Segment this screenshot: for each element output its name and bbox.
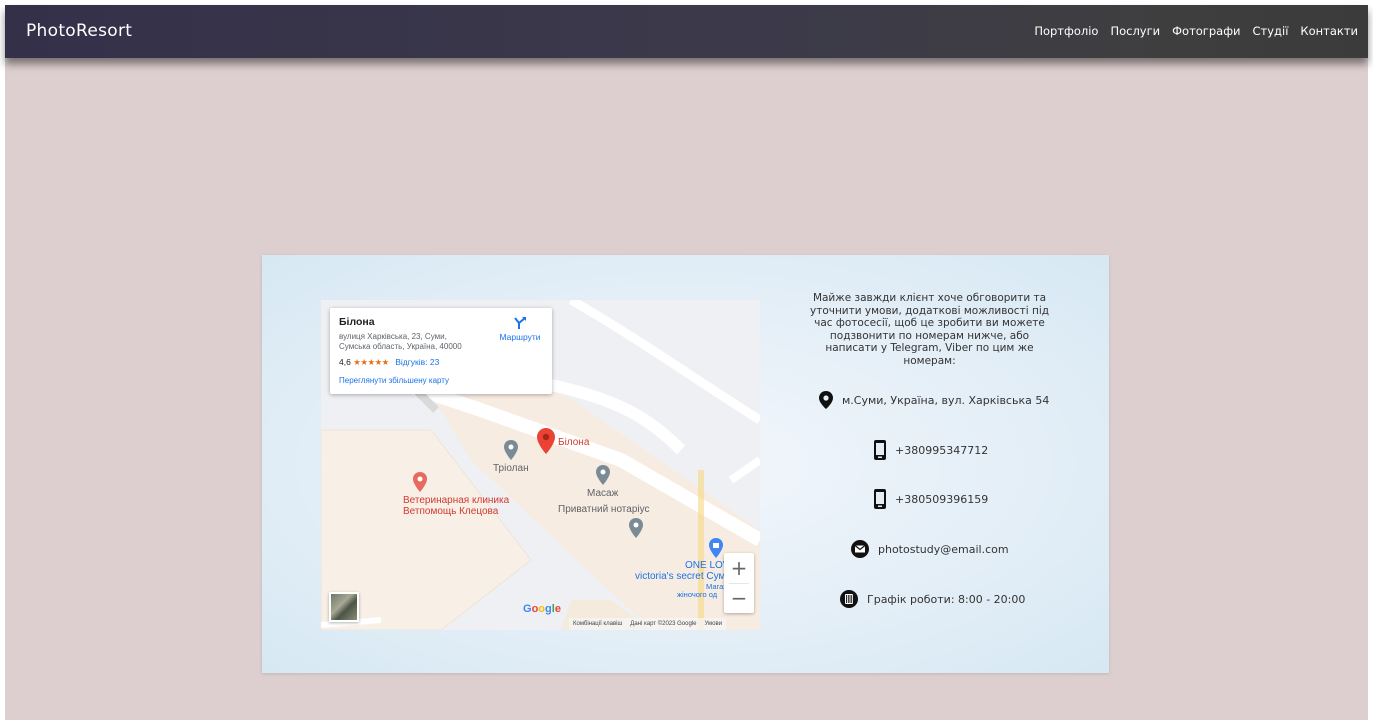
address-row: м.Суми, Україна, вул. Харківська 54 bbox=[819, 391, 1049, 409]
zoom-out-button[interactable]: − bbox=[724, 583, 754, 612]
map-pin-icon[interactable] bbox=[596, 465, 610, 485]
map-label-victoria[interactable]: victoria's secret Сум bbox=[635, 571, 725, 582]
place-rating: 4,6 ★★★★★ Відгуків: 23 bbox=[339, 357, 439, 368]
phone1-row: +380995347712 bbox=[874, 440, 988, 460]
map-label-bilona[interactable]: Білона bbox=[558, 437, 589, 448]
directions-button[interactable]: Маршрути bbox=[492, 316, 548, 342]
nav-link-portfolio[interactable]: Портфоліо bbox=[1034, 24, 1098, 38]
contact-intro-text: Майже завжди клієнт хоче обговорити та у… bbox=[809, 292, 1049, 367]
contact-section: Білона вулиця Харківська, 23, Суми, Сумс… bbox=[262, 255, 1109, 673]
address-text: м.Суми, Україна, вул. Харківська 54 bbox=[842, 393, 1050, 407]
zoom-controls: + − bbox=[724, 553, 754, 613]
rating-stars: ★★★★★ bbox=[353, 357, 389, 367]
place-name: Білона bbox=[339, 316, 375, 328]
map-label-shop2[interactable]: жіночого од bbox=[677, 590, 717, 599]
place-address: вулиця Харківська, 23, Суми, Сумська обл… bbox=[339, 332, 462, 351]
email-row: photostudy@email.com bbox=[851, 540, 1009, 558]
satellite-toggle-button[interactable] bbox=[329, 592, 359, 622]
envelope-icon bbox=[851, 540, 869, 558]
mobile-phone-icon bbox=[874, 440, 886, 460]
directions-icon bbox=[514, 317, 526, 329]
place-info-card: Білона вулиця Харківська, 23, Суми, Сумс… bbox=[330, 308, 552, 394]
google-logo: Google bbox=[523, 603, 561, 615]
nav-link-contacts[interactable]: Контакти bbox=[1300, 24, 1358, 38]
map-label-one-love[interactable]: ONE LOV bbox=[685, 560, 729, 571]
brand-logo[interactable]: PhotoResort bbox=[26, 21, 132, 41]
nav-link-services[interactable]: Послуги bbox=[1110, 24, 1160, 38]
nav-link-photographers[interactable]: Фотографи bbox=[1172, 24, 1240, 38]
vet-label-line2: Ветпомощь Клецова bbox=[403, 506, 499, 517]
map-data-attribution: Дані карт ©2023 Google bbox=[630, 621, 697, 627]
map-label-vet-clinic[interactable]: Ветеринарная клиника Ветпомощь Клецова bbox=[403, 495, 509, 517]
location-icon bbox=[819, 391, 833, 409]
map-label-massage[interactable]: Масаж bbox=[587, 488, 618, 499]
phone1-link[interactable]: +380995347712 bbox=[895, 444, 988, 457]
view-larger-map-link[interactable]: Переглянути збільшену карту bbox=[339, 376, 449, 385]
keyboard-shortcuts-link[interactable]: Комбінації клавіш bbox=[573, 621, 622, 627]
reviews-link[interactable]: Відгуків: 23 bbox=[395, 357, 439, 367]
clock-icon bbox=[840, 590, 858, 608]
working-hours-text: Графік роботи: 8:00 - 20:00 bbox=[867, 592, 1026, 606]
phone2-row: +380509396159 bbox=[874, 489, 988, 509]
email-link[interactable]: photostudy@email.com bbox=[878, 543, 1009, 556]
vet-pin-icon[interactable] bbox=[413, 472, 427, 492]
map-pin-icon[interactable] bbox=[504, 440, 518, 460]
navbar: PhotoResort Портфоліо Послуги Фотографи … bbox=[5, 5, 1368, 58]
shopping-pin-icon[interactable] bbox=[709, 538, 723, 558]
map-pin-icon[interactable] bbox=[629, 518, 643, 538]
google-map[interactable]: Білона вулиця Харківська, 23, Суми, Сумс… bbox=[321, 300, 760, 630]
zoom-in-button[interactable]: + bbox=[724, 553, 754, 582]
hours-row: Графік роботи: 8:00 - 20:00 bbox=[840, 590, 1025, 608]
rating-value: 4,6 bbox=[339, 357, 351, 367]
main-nav: Портфоліо Послуги Фотографи Студії Конта… bbox=[1034, 24, 1358, 38]
vet-label-line1: Ветеринарная клиника bbox=[403, 495, 510, 506]
terms-link[interactable]: Умови bbox=[705, 621, 723, 627]
nav-link-studios[interactable]: Студії bbox=[1253, 24, 1289, 38]
directions-label: Маршрути bbox=[499, 332, 541, 342]
map-pin-icon[interactable] bbox=[537, 428, 555, 454]
map-label-triolan[interactable]: Тріолан bbox=[493, 463, 529, 474]
map-footer: Комбінації клавіш Дані карт ©2023 Google… bbox=[569, 618, 727, 630]
map-label-notary[interactable]: Приватний нотаріус bbox=[558, 504, 650, 515]
phone2-link[interactable]: +380509396159 bbox=[895, 493, 988, 506]
mobile-phone-icon bbox=[874, 489, 886, 509]
